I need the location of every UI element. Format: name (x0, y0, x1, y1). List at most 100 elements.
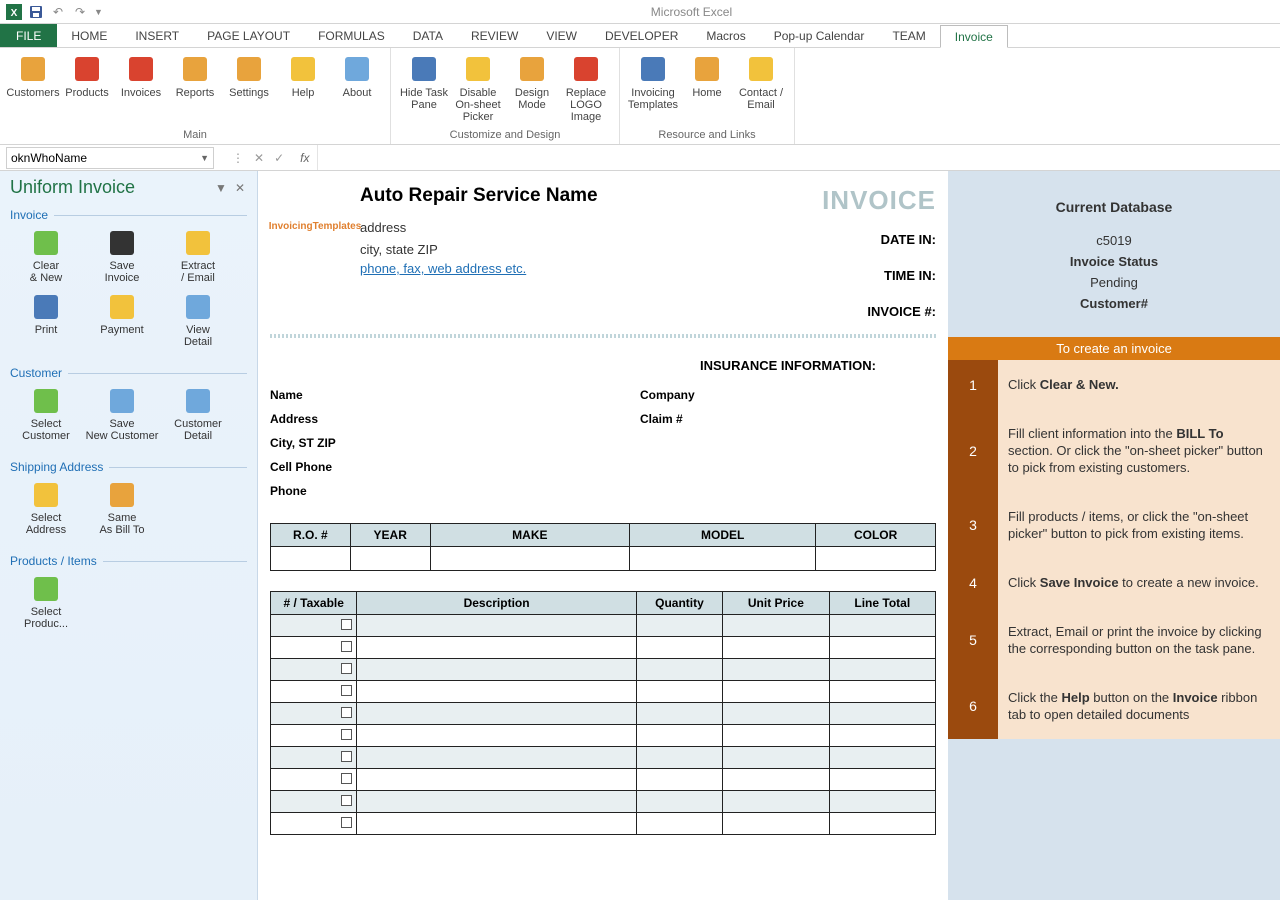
ribbon: CustomersProductsInvoicesReportsSettings… (0, 48, 1280, 145)
taxable-checkbox[interactable] (341, 663, 352, 674)
step-number: 4 (948, 558, 998, 607)
ribbon-icon (516, 53, 548, 85)
ribbon-tab-developer[interactable]: DEVELOPER (591, 24, 692, 47)
ribbon-button-hide-task-pane[interactable]: Hide TaskPane (397, 51, 451, 127)
ribbon-button-settings[interactable]: Settings (222, 51, 276, 127)
taskpane-item-payment[interactable]: Payment (84, 288, 160, 352)
taskpane-item-icon (106, 386, 138, 416)
ribbon-icon (179, 53, 211, 85)
item-row[interactable] (271, 681, 936, 703)
item-row[interactable] (271, 659, 936, 681)
taskpane-item-select-produc-[interactable]: SelectProduc... (8, 570, 84, 634)
ribbon-tab-invoice[interactable]: Invoice (940, 25, 1008, 48)
ribbon-tab-team[interactable]: TEAM (878, 24, 939, 47)
enter-icon[interactable]: ✓ (274, 151, 284, 165)
ribbon-group-customize-and-design: Hide TaskPaneDisable On-sheetPickerDesig… (391, 48, 620, 144)
taxable-checkbox[interactable] (341, 641, 352, 652)
item-row[interactable] (271, 637, 936, 659)
item-row[interactable] (271, 791, 936, 813)
taskpane-item-save-invoice[interactable]: SaveInvoice (84, 224, 160, 288)
item-row[interactable] (271, 769, 936, 791)
taskpane-section-header: Customer (8, 362, 249, 382)
taskpane-item-customer-detail[interactable]: CustomerDetail (160, 382, 236, 446)
ribbon-tab-home[interactable]: HOME (57, 24, 121, 47)
taxable-checkbox[interactable] (341, 795, 352, 806)
item-row[interactable] (271, 725, 936, 747)
company-city[interactable]: city, state ZIP (360, 239, 736, 261)
company-block: Auto Repair Service Name address city, s… (360, 185, 736, 324)
name-box[interactable]: ▼ (6, 147, 214, 169)
taskpane-item-print[interactable]: Print (8, 288, 84, 352)
ribbon-tab-view[interactable]: VIEW (532, 24, 591, 47)
ribbon-button-home[interactable]: Home (680, 51, 734, 127)
taskpane-item-clear-new[interactable]: Clear& New (8, 224, 84, 288)
taskpane-item-view-detail[interactable]: ViewDetail (160, 288, 236, 352)
ribbon-button-about[interactable]: About (330, 51, 384, 127)
vehicle-col-make: MAKE (430, 524, 630, 547)
ribbon-tab-insert[interactable]: INSERT (121, 24, 193, 47)
taskpane-item-select-address[interactable]: SelectAddress (8, 476, 84, 540)
taskpane-item-extract-email[interactable]: Extract/ Email (160, 224, 236, 288)
dots-icon[interactable]: ⋮ (232, 151, 244, 165)
ribbon-icon (408, 53, 440, 85)
formula-input[interactable] (317, 145, 1280, 170)
ribbon-tab-macros[interactable]: Macros (692, 24, 759, 47)
taxable-checkbox[interactable] (341, 817, 352, 828)
name-box-dropdown-icon[interactable]: ▼ (200, 153, 209, 163)
ribbon-tab-page-layout[interactable]: PAGE LAYOUT (193, 24, 304, 47)
taskpane-item-select-customer[interactable]: SelectCustomer (8, 382, 84, 446)
ribbon-tab-review[interactable]: REVIEW (457, 24, 532, 47)
taxable-checkbox[interactable] (341, 685, 352, 696)
task-pane-menu-icon[interactable]: ▼ (211, 181, 231, 195)
ribbon-button-reports[interactable]: Reports (168, 51, 222, 127)
taskpane-item-same-as-bill-to[interactable]: SameAs Bill To (84, 476, 160, 540)
taskpane-item-icon (182, 292, 214, 322)
item-col--taxable: # / Taxable (271, 592, 357, 615)
ribbon-icon (233, 53, 265, 85)
company-name[interactable]: Auto Repair Service Name (360, 185, 736, 207)
ribbon-button-products[interactable]: Products (60, 51, 114, 127)
item-row[interactable] (271, 747, 936, 769)
taxable-checkbox[interactable] (341, 773, 352, 784)
ribbon-tab-pop-up-calendar[interactable]: Pop-up Calendar (760, 24, 879, 47)
vehicle-table[interactable]: R.O. #YEARMAKEMODELCOLOR (270, 523, 936, 571)
item-col-line-total: Line Total (829, 592, 935, 615)
ribbon-button-help[interactable]: Help (276, 51, 330, 127)
task-pane-close-icon[interactable]: ✕ (231, 181, 249, 195)
save-icon[interactable] (28, 4, 44, 20)
step-number: 5 (948, 607, 998, 673)
cancel-icon[interactable]: ✕ (254, 151, 264, 165)
ribbon-button-replace-logo-image[interactable]: Replace LOGOImage (559, 51, 613, 127)
ribbon-button-invoices[interactable]: Invoices (114, 51, 168, 127)
item-row[interactable] (271, 703, 936, 725)
redo-icon[interactable]: ↷ (72, 4, 88, 20)
fx-icon[interactable]: fx (292, 151, 317, 165)
items-table[interactable]: # / TaxableDescriptionQuantityUnit Price… (270, 591, 936, 835)
undo-icon[interactable]: ↶ (50, 4, 66, 20)
taxable-checkbox[interactable] (341, 729, 352, 740)
taxable-checkbox[interactable] (341, 707, 352, 718)
qat-dropdown-icon[interactable]: ▼ (94, 7, 103, 17)
step-number: 1 (948, 360, 998, 409)
ribbon-button-design-mode[interactable]: DesignMode (505, 51, 559, 127)
ribbon-button-invoicing-templates[interactable]: InvoicingTemplates (626, 51, 680, 127)
item-row[interactable] (271, 813, 936, 835)
ribbon-tab-data[interactable]: DATA (399, 24, 457, 47)
ribbon-button-customers[interactable]: Customers (6, 51, 60, 127)
taskpane-item-save-new-customer[interactable]: SaveNew Customer (84, 382, 160, 446)
taskpane-section-header: Invoice (8, 204, 249, 224)
date-in-label: DATE IN: (736, 228, 936, 252)
ribbon-tab-file[interactable]: FILE (0, 24, 57, 47)
taxable-checkbox[interactable] (341, 619, 352, 630)
company-contact-link[interactable]: phone, fax, web address etc. (360, 261, 526, 276)
ribbon-button-contact-email[interactable]: Contact /Email (734, 51, 788, 127)
company-address[interactable]: address (360, 217, 736, 239)
ribbon-button-disable-on-sheet-picker[interactable]: Disable On-sheetPicker (451, 51, 505, 127)
step-text: Click the Help button on the Invoice rib… (998, 673, 1280, 739)
item-row[interactable] (271, 615, 936, 637)
name-box-input[interactable] (11, 151, 200, 165)
ribbon-group-resource-and-links: InvoicingTemplatesHomeContact /EmailReso… (620, 48, 795, 144)
taxable-checkbox[interactable] (341, 751, 352, 762)
ribbon-tab-formulas[interactable]: FORMULAS (304, 24, 399, 47)
worksheet[interactable]: InvoicingTemplates Auto Repair Service N… (258, 171, 1280, 900)
